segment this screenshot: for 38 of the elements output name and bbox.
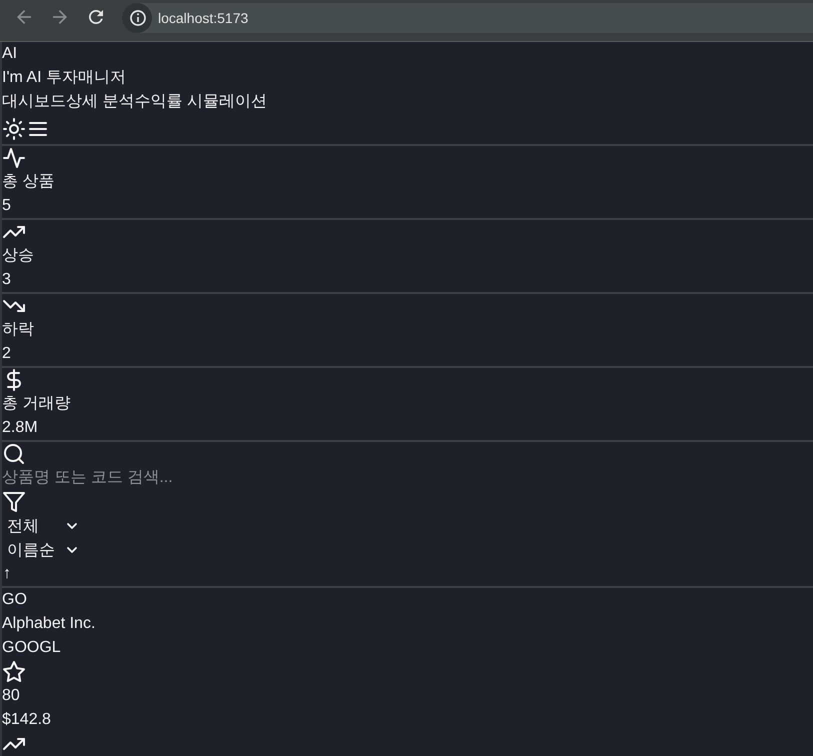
stat-label: 상승: [2, 246, 34, 266]
stat-label: 총 거래량: [2, 394, 70, 414]
info-icon[interactable]: [122, 3, 152, 33]
arrow-left-icon: [17, 10, 31, 24]
ticker-initials: GO: [2, 590, 27, 610]
filter-icon: [3, 492, 25, 512]
stat-value: 3: [2, 270, 11, 290]
filter-select[interactable]: 전체: [2, 514, 82, 538]
star-value: 80: [2, 686, 20, 706]
stat-label: 하락: [2, 320, 34, 340]
stat-value: 2: [2, 344, 11, 364]
price-text: $142.8: [2, 710, 51, 730]
reload-icon: [89, 10, 103, 24]
nav-link[interactable]: 대시보드: [2, 90, 66, 114]
menu-icon: [29, 122, 47, 136]
product-code: GOOGL: [2, 638, 61, 658]
search-field[interactable]: 상품명 또는 코드 검색...: [2, 466, 262, 490]
chevron-down-icon: [67, 523, 77, 529]
chevron-down-icon: [67, 547, 77, 553]
arrow-right-icon: [53, 10, 67, 24]
sort-select[interactable]: 이름순: [2, 538, 82, 562]
app-title: I'm AI 투자매니저: [2, 68, 126, 88]
trending-up-icon: [3, 226, 25, 238]
address-bar[interactable]: localhost:5173: [122, 3, 813, 33]
trending-down-icon: [3, 300, 25, 312]
search-icon: [4, 444, 24, 464]
logo-text: AI: [2, 44, 18, 64]
star-icon: [3, 661, 25, 683]
nav-link[interactable]: 수익률 시뮬레이션: [134, 90, 267, 114]
stat-label: 총 상품: [2, 172, 54, 192]
product-name: Alphabet Inc.: [2, 614, 96, 634]
sun-icon: [3, 118, 25, 140]
sort-order-button[interactable]: ↑: [2, 562, 11, 586]
stat-value: 5: [2, 196, 11, 216]
activity-icon: [3, 148, 25, 168]
nav-link[interactable]: 상세 분석: [66, 90, 134, 114]
dollar-sign-icon: [7, 369, 21, 391]
stat-value: 2.8M: [2, 418, 38, 438]
